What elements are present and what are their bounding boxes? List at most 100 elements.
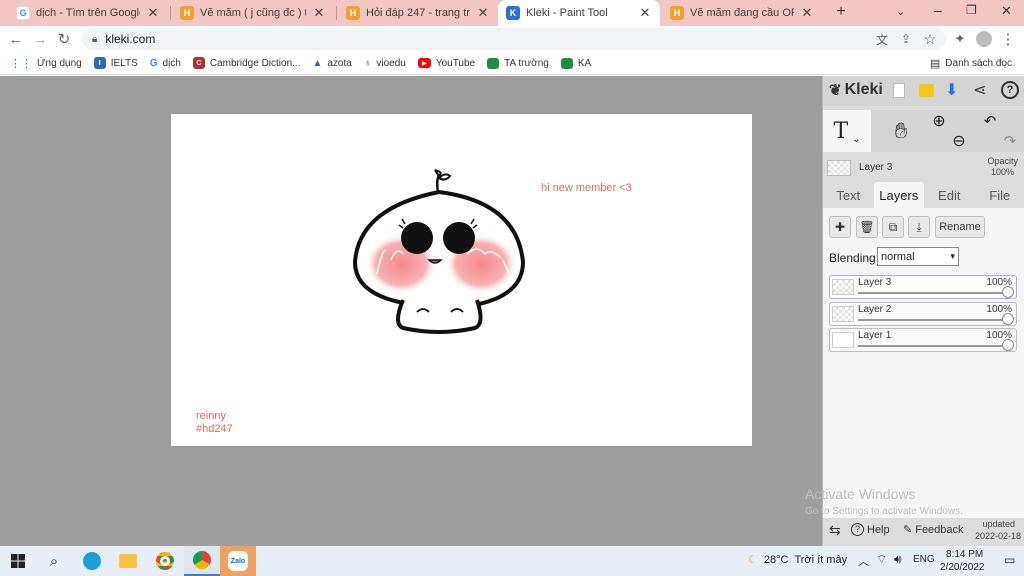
language-indicator[interactable]: ENG xyxy=(913,554,935,565)
bookmark-azota[interactable]: ▲ azota xyxy=(306,58,357,69)
close-icon[interactable]: ✕ xyxy=(146,5,160,21)
tab-search-icon[interactable]: ⌄ xyxy=(896,5,905,18)
merge-layer-button[interactable]: ⤓ xyxy=(908,216,930,238)
tab-title: Kleki - Paint Tool xyxy=(526,7,608,19)
edge-icon[interactable] xyxy=(74,546,110,576)
new-tab-button[interactable]: + xyxy=(832,3,850,23)
translate-icon[interactable]: 文 xyxy=(872,29,892,49)
close-icon[interactable]: ✕ xyxy=(638,5,652,21)
bookmark-cambridge[interactable]: C Cambridge Diction... xyxy=(187,57,307,69)
layer-opacity-slider[interactable] xyxy=(858,292,1006,294)
save-download-icon[interactable]: ⬇ xyxy=(945,80,958,100)
volume-icon[interactable]: 🔊︎ xyxy=(894,552,902,567)
undo-icon[interactable]: ↶ xyxy=(979,110,1001,132)
back-button[interactable]: ← xyxy=(6,29,26,49)
slider-knob[interactable] xyxy=(1002,339,1014,351)
delete-layer-button[interactable]: 🗑︎ xyxy=(856,216,878,238)
address-bar[interactable]: 🔒︎ kleki.com xyxy=(82,28,946,50)
layer-opacity-slider[interactable] xyxy=(858,345,1006,347)
extensions-icon[interactable]: ✦ xyxy=(950,29,970,49)
chrome-profile-icon[interactable] xyxy=(184,546,220,576)
feedback-button[interactable]: ✎ Feedback xyxy=(903,523,964,537)
tab-hoidap-1[interactable]: H Vẽ mãm ( j cũng đc ) thành v ✕ xyxy=(172,0,334,26)
zalo-icon[interactable]: Zalo xyxy=(220,546,256,576)
tab-title: Vẽ mãm đang cầu OR Calli/ xyxy=(690,7,794,19)
bookmark-label: IELTS xyxy=(110,57,138,69)
kleki-icon: K xyxy=(506,6,520,20)
bookmark-dich[interactable]: G dịch xyxy=(144,58,187,69)
slider-knob[interactable] xyxy=(1002,286,1014,298)
weather-widget[interactable]: ☾ 28°C Trời ít mây xyxy=(748,553,847,567)
panel-header: ❦ Kleki ⬇ ⋖ ? xyxy=(823,76,1024,106)
file-explorer-icon[interactable] xyxy=(110,546,146,576)
tab-layers[interactable]: Layers xyxy=(873,182,924,208)
duplicate-layer-button[interactable]: ⧉ xyxy=(882,216,904,238)
canvas-signature-tag: #hd247 xyxy=(196,423,233,435)
bookmark-ka[interactable]: KA xyxy=(555,57,597,69)
forward-button[interactable]: → xyxy=(30,29,50,49)
bookmark-vioedu[interactable]: ♁ vioedu xyxy=(358,58,412,69)
bookmark-star-icon[interactable]: ☆ xyxy=(920,29,940,49)
network-icon[interactable]: ⌔ xyxy=(876,552,887,567)
hoidap-icon: H xyxy=(346,6,360,20)
drawing-stage[interactable]: hi new member <3 reinny #hd247 xyxy=(0,76,822,546)
bookmark-youtube[interactable]: ▶ YouTube xyxy=(412,58,481,69)
azota-icon: ▲ xyxy=(312,57,323,69)
close-icon[interactable]: ✕ xyxy=(312,5,326,21)
bookmark-ielts[interactable]: I IELTS xyxy=(88,57,144,69)
tab-edit[interactable]: Edit xyxy=(924,182,975,208)
redo-icon[interactable]: ↷ xyxy=(999,130,1021,152)
text-tool-button[interactable]: T ⌄ xyxy=(823,110,871,152)
profile-avatar[interactable] xyxy=(974,29,994,49)
tab-hoidap-2[interactable]: H Hỏi đáp 247 - trang tra lời ✕ xyxy=(338,0,498,26)
help-circle-icon[interactable]: ? xyxy=(1001,81,1019,99)
menu-kebab-icon[interactable]: ⋮ xyxy=(998,29,1018,49)
tray-chevron-icon[interactable]: ︿ xyxy=(858,553,869,569)
hand-tool-button[interactable]: ✋︎ xyxy=(881,110,921,152)
share-icon[interactable]: ⋖ xyxy=(973,80,986,100)
tab-file[interactable]: File xyxy=(975,182,1024,208)
windows-taskbar: ⌕ Zalo ☾ 28°C Trời ít mây ︿ ⌔ 🔊︎ ENG 8:1… xyxy=(0,546,1024,576)
windows-start-icon[interactable] xyxy=(0,546,36,576)
layer-row[interactable]: Layer 2 100% xyxy=(829,302,1017,326)
slider-knob[interactable] xyxy=(1002,313,1014,325)
search-icon[interactable]: ⌕ xyxy=(36,546,72,576)
zoom-in-icon[interactable]: ⊕ xyxy=(927,110,951,132)
open-folder-icon[interactable] xyxy=(919,84,934,97)
notification-icon[interactable]: ▭ xyxy=(1004,553,1015,567)
add-layer-button[interactable]: ✚ xyxy=(829,216,851,238)
tab-text[interactable]: Text xyxy=(823,182,874,208)
blending-label: Blending xyxy=(829,251,876,265)
zoom-out-icon[interactable]: ⊖ xyxy=(947,130,971,152)
close-window-button[interactable]: ✕ xyxy=(1001,3,1012,19)
tab-title: Vẽ mãm ( j cũng đc ) thành v xyxy=(200,7,306,19)
drawing-canvas[interactable]: hi new member <3 reinny #hd247 xyxy=(171,114,752,446)
tab-kleki[interactable]: K Kleki - Paint Tool ✕ xyxy=(498,0,660,26)
reading-list[interactable]: ▤ Danh sách đọc xyxy=(924,57,1018,70)
bookmark-apps[interactable]: ⋮⋮ Ứng dụng xyxy=(0,57,88,70)
share-icon[interactable]: ⇪ xyxy=(896,29,916,49)
layer-row[interactable]: Layer 3 100% xyxy=(829,275,1017,299)
tab-hoidap-3[interactable]: H Vẽ mãm đang cầu OR Calli/ ✕ xyxy=(662,0,822,26)
close-icon[interactable]: ✕ xyxy=(800,5,814,21)
layer-opacity-slider[interactable] xyxy=(858,319,1006,321)
panel-tabs: Text Layers Edit File xyxy=(823,182,1024,208)
new-image-icon[interactable] xyxy=(893,83,905,98)
bookmark-ta-truong[interactable]: TA trường xyxy=(481,57,555,69)
close-icon[interactable]: ✕ xyxy=(476,5,490,21)
restore-button[interactable]: ❐ xyxy=(966,3,977,17)
minimize-button[interactable]: – xyxy=(934,2,942,18)
chrome-icon[interactable] xyxy=(147,546,183,576)
rename-layer-button[interactable]: Rename xyxy=(935,216,985,238)
help-button[interactable]: ? Help xyxy=(851,523,890,536)
tab-google-search[interactable]: G dịch - Tìm trên Google ✕ xyxy=(8,0,168,26)
layer-row[interactable]: Layer 1 100% xyxy=(829,328,1017,352)
apps-grid-icon: ⋮⋮ xyxy=(10,57,32,70)
clock-time[interactable]: 8:14 PM xyxy=(946,549,983,560)
clock-date[interactable]: 2/20/2022 xyxy=(940,562,985,573)
reload-button[interactable]: ↻ xyxy=(54,29,74,49)
swap-panel-icon[interactable]: ⇆ xyxy=(829,522,841,539)
browser-toolbar: ← → ↻ 🔒︎ kleki.com 文 ⇪ ☆ ✦ ⋮ xyxy=(0,26,1024,52)
blending-select[interactable]: normal ▾ xyxy=(877,247,959,266)
blending-value: normal xyxy=(881,250,915,263)
